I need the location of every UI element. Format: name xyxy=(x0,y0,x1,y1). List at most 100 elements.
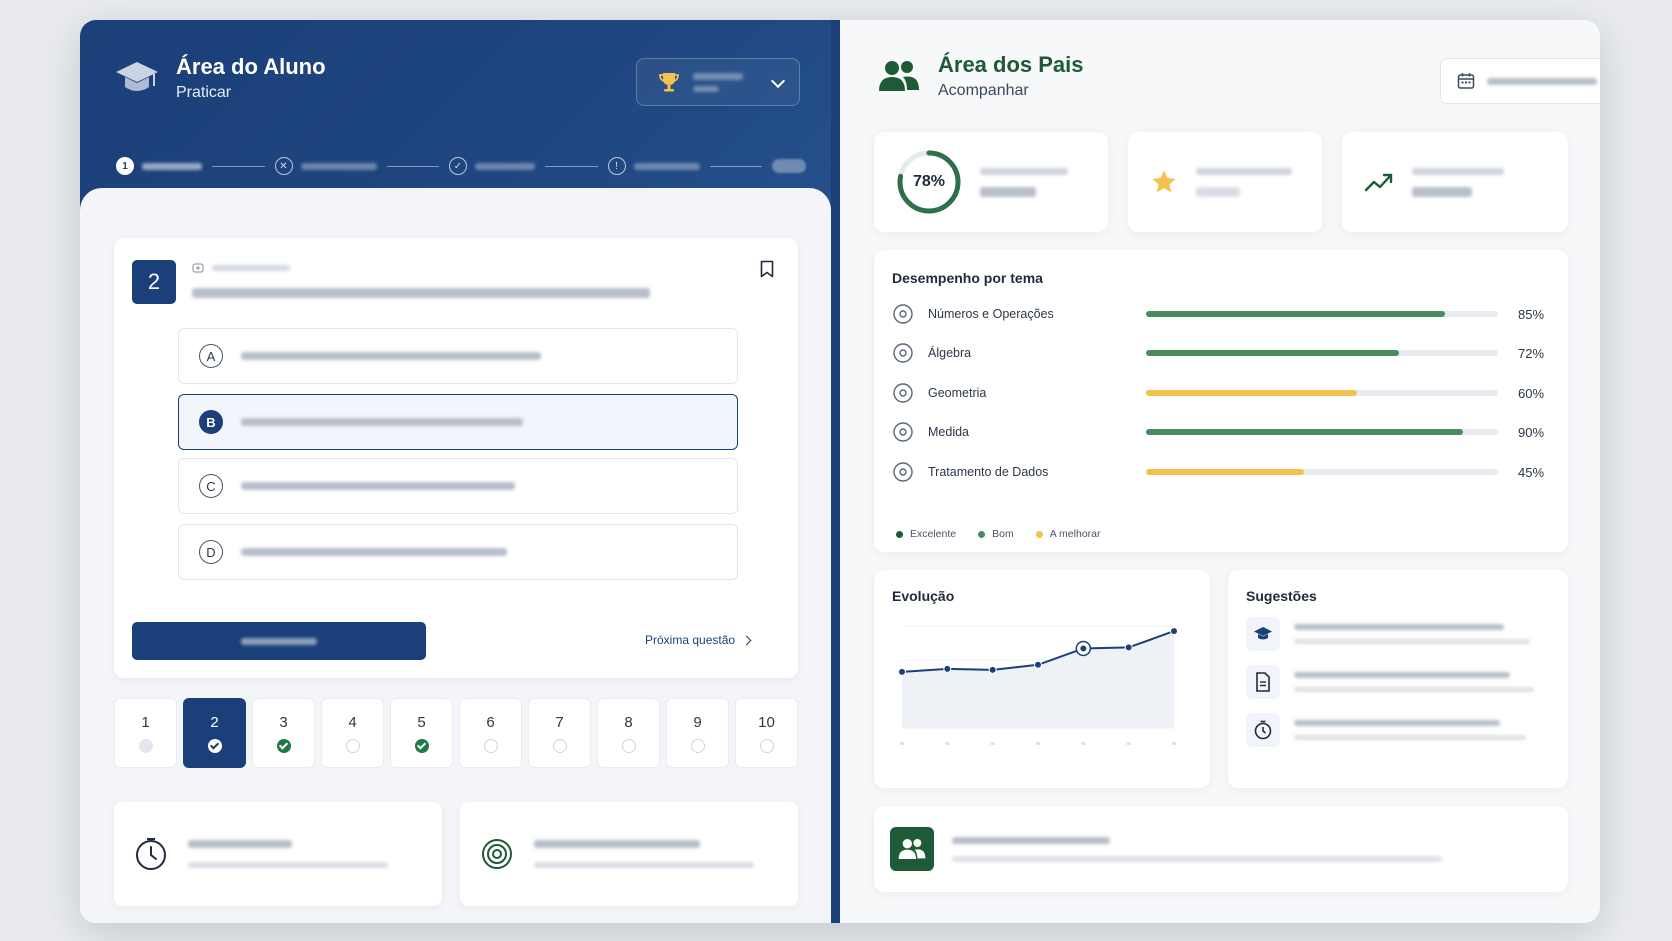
x-tick xyxy=(1172,742,1176,745)
score-text xyxy=(693,72,743,92)
number-circle-icon xyxy=(893,304,913,324)
topic-percent: 90% xyxy=(1518,424,1545,440)
suggestion-item[interactable] xyxy=(1246,614,1546,654)
nav-question-3[interactable]: 3 xyxy=(252,698,315,768)
parents-title: Área dos Pais xyxy=(938,52,1084,77)
x-tick xyxy=(900,742,904,745)
step-1[interactable]: 1 xyxy=(116,157,202,175)
star-icon xyxy=(1152,170,1176,193)
app-window: Área do Aluno Praticar 1 ✕ ✓ ! 2 A B C D… xyxy=(80,20,1600,923)
student-title: Área do Aluno xyxy=(176,54,326,79)
topic-bar-fill xyxy=(1146,350,1400,356)
topic-bar xyxy=(1146,429,1498,435)
step-4[interactable]: ! xyxy=(607,157,700,175)
step-2[interactable]: ✕ xyxy=(274,157,377,175)
empty-circle-icon xyxy=(345,738,360,753)
evolution-card: Evolução xyxy=(874,570,1210,788)
topic-label: Geometria xyxy=(928,386,987,400)
family-banner-text xyxy=(952,836,1442,862)
topic-bar-fill xyxy=(1146,311,1446,317)
x-tick xyxy=(945,742,950,745)
evolution-point[interactable] xyxy=(1170,627,1178,636)
nav-number: 10 xyxy=(758,713,775,731)
topic-percent: 85% xyxy=(1518,306,1545,322)
student-header: Área do Aluno Praticar 1 ✕ ✓ ! xyxy=(80,20,838,210)
stat-rating-text xyxy=(1196,167,1292,197)
evolution-point[interactable] xyxy=(1079,644,1088,653)
option-text xyxy=(241,482,515,490)
topic-bar-fill xyxy=(1146,469,1305,475)
x-tick xyxy=(1081,742,1086,745)
evolution-point[interactable] xyxy=(898,667,906,676)
evolution-line-chart xyxy=(898,625,1178,745)
question-navigator: 1 2 3 4 5 6 7 8 9 10 xyxy=(114,698,798,768)
progress-stepper: 1 ✕ ✓ ! xyxy=(116,154,806,178)
legend-label: Excelente xyxy=(910,528,957,540)
time-card[interactable] xyxy=(114,802,442,906)
suggestion-text xyxy=(1294,672,1534,692)
stat-progress-text xyxy=(980,167,1068,197)
suggestion-text xyxy=(1294,624,1530,644)
evolution-point[interactable] xyxy=(943,664,952,673)
nav-question-2[interactable]: 2 xyxy=(183,698,246,768)
option-text xyxy=(241,418,523,426)
graduation-cap-icon xyxy=(1246,617,1280,651)
nav-number: 2 xyxy=(210,713,219,731)
period-select-value xyxy=(1487,77,1597,85)
suggestion-item[interactable] xyxy=(1246,710,1546,750)
nav-number: 8 xyxy=(624,713,633,731)
performance-card: Desempenho por tema Números e Operações 8… xyxy=(874,250,1568,552)
topic-bar-fill xyxy=(1146,429,1463,435)
question-number: 2 xyxy=(132,260,176,304)
step-end[interactable] xyxy=(772,159,806,173)
topic-row: Geometria 60% xyxy=(892,379,1544,407)
refresh-icon xyxy=(192,263,204,273)
nav-question-10[interactable]: 10 xyxy=(735,698,798,768)
stat-trend-text xyxy=(1412,167,1504,197)
option-b[interactable]: B xyxy=(178,394,738,450)
nav-question-8[interactable]: 8 xyxy=(597,698,660,768)
option-c[interactable]: C xyxy=(178,458,738,514)
timer-icon xyxy=(1246,713,1280,747)
step-3[interactable]: ✓ xyxy=(449,157,535,175)
nav-question-5[interactable]: 5 xyxy=(390,698,453,768)
x-tick xyxy=(1036,742,1040,745)
topic-label: Álgebra xyxy=(928,346,972,360)
goal-card[interactable] xyxy=(460,802,798,906)
x-tick xyxy=(990,742,995,745)
parents-header: Área dos Pais Acompanhar xyxy=(878,52,1084,100)
nav-question-1[interactable]: 1 xyxy=(114,698,177,768)
period-select[interactable] xyxy=(1440,58,1600,104)
confirm-answer-button[interactable] xyxy=(132,622,426,660)
evolution-point[interactable] xyxy=(988,665,997,674)
nav-number: 7 xyxy=(555,713,564,731)
time-card-text xyxy=(188,840,388,868)
evolution-point[interactable] xyxy=(1034,660,1042,669)
parents-subtitle: Acompanhar xyxy=(938,82,1029,99)
topic-label: Tratamento de Dados xyxy=(928,465,1049,479)
option-d[interactable]: D xyxy=(178,524,738,580)
student-area: Área do Aluno Praticar 1 ✕ ✓ ! 2 A B C D… xyxy=(80,20,838,923)
calendar-icon xyxy=(1457,73,1475,89)
nav-question-4[interactable]: 4 xyxy=(321,698,384,768)
next-question-link[interactable]: Próxima questão xyxy=(645,633,752,647)
nav-number: 9 xyxy=(693,713,702,731)
users-icon xyxy=(890,827,934,871)
evolution-point[interactable] xyxy=(1124,643,1133,652)
score-dropdown[interactable] xyxy=(636,58,800,106)
family-banner[interactable] xyxy=(874,806,1568,892)
legend-item: Excelente xyxy=(896,528,956,540)
bookmark-icon[interactable] xyxy=(760,260,774,278)
nav-question-6[interactable]: 6 xyxy=(459,698,522,768)
nav-number: 5 xyxy=(417,713,426,731)
suggestion-item[interactable] xyxy=(1246,662,1546,702)
check-circle-icon: ✓ xyxy=(449,157,467,175)
nav-question-7[interactable]: 7 xyxy=(528,698,591,768)
topic-bar xyxy=(1146,311,1498,317)
topic-bar xyxy=(1146,350,1498,356)
stat-progress-card: 78% xyxy=(874,132,1108,232)
option-a[interactable]: A xyxy=(178,328,738,384)
x-tick xyxy=(1126,742,1131,745)
parents-area: Área dos Pais Acompanhar 78% Desempenho … xyxy=(840,20,1600,923)
nav-question-9[interactable]: 9 xyxy=(666,698,729,768)
